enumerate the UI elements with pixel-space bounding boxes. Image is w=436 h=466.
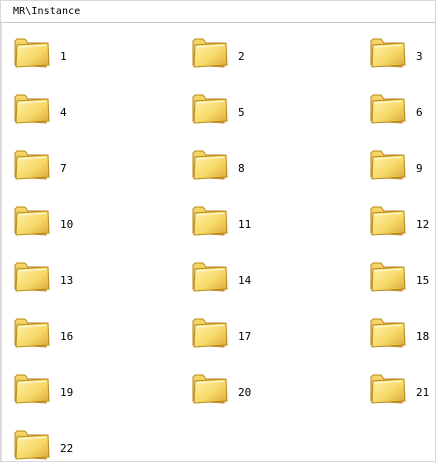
- folder-item[interactable]: 10: [12, 200, 102, 242]
- folder-icon: [370, 94, 406, 124]
- folder-label: 11: [238, 218, 252, 231]
- folder-label: 8: [238, 162, 245, 175]
- folder-item[interactable]: 15: [368, 256, 436, 298]
- folder-item[interactable]: 21: [368, 368, 436, 410]
- folder-label: 17: [238, 330, 252, 343]
- folder-item[interactable]: 20: [190, 368, 280, 410]
- folder-label: 10: [60, 218, 74, 231]
- folder-label: 7: [60, 162, 67, 175]
- folder-icon: [370, 262, 406, 292]
- folder-label: 4: [60, 106, 67, 119]
- folder-label: 14: [238, 274, 252, 287]
- folder-icon: [192, 262, 228, 292]
- folder-icon: [14, 150, 50, 180]
- folder-item[interactable]: 13: [12, 256, 102, 298]
- folder-label: 2: [238, 50, 245, 63]
- folder-item[interactable]: 12: [368, 200, 436, 242]
- folder-label: 6: [416, 106, 423, 119]
- folder-icon: [14, 38, 50, 68]
- folder-icon: [192, 206, 228, 236]
- folder-label: 5: [238, 106, 245, 119]
- folder-icon: [14, 94, 50, 124]
- folder-item[interactable]: 17: [190, 312, 280, 354]
- folder-icon: [14, 206, 50, 236]
- address-bar[interactable]: MR\Instance: [1, 1, 435, 23]
- folder-icon: [192, 374, 228, 404]
- folder-icon: [192, 150, 228, 180]
- folder-label: 13: [60, 274, 74, 287]
- folder-label: 21: [416, 386, 430, 399]
- file-browser-window: MR\Instance 1 2 3 4 5 6 7 8 9 10 11 12 1…: [0, 0, 436, 463]
- folder-item[interactable]: 8: [190, 144, 280, 186]
- folder-item[interactable]: 18: [368, 312, 436, 354]
- folder-item[interactable]: 1: [12, 32, 102, 74]
- folder-icon: [192, 94, 228, 124]
- folder-grid: 1 2 3 4 5 6 7 8 9 10 11 12 13 14 15 16 1…: [1, 23, 436, 463]
- folder-item[interactable]: 16: [12, 312, 102, 354]
- folder-label: 19: [60, 386, 74, 399]
- folder-icon: [14, 262, 50, 292]
- folder-icon: [14, 374, 50, 404]
- folder-label: 15: [416, 274, 430, 287]
- folder-label: 22: [60, 442, 74, 455]
- folder-icon: [370, 38, 406, 68]
- folder-label: 9: [416, 162, 423, 175]
- folder-label: 16: [60, 330, 74, 343]
- folder-label: 1: [60, 50, 67, 63]
- folder-icon: [14, 318, 50, 348]
- folder-item[interactable]: 19: [12, 368, 102, 410]
- folder-icon: [370, 374, 406, 404]
- folder-label: 12: [416, 218, 430, 231]
- folder-label: 3: [416, 50, 423, 63]
- folder-label: 20: [238, 386, 252, 399]
- folder-label: 18: [416, 330, 430, 343]
- folder-icon: [192, 318, 228, 348]
- folder-icon: [370, 150, 406, 180]
- folder-icon: [370, 206, 406, 236]
- folder-path: MR\Instance: [13, 6, 81, 17]
- folder-icon: [14, 430, 50, 460]
- folder-item[interactable]: 22: [12, 424, 102, 466]
- folder-item[interactable]: 5: [190, 88, 280, 130]
- folder-item[interactable]: 3: [368, 32, 436, 74]
- folder-item[interactable]: 7: [12, 144, 102, 186]
- folder-icon: [370, 318, 406, 348]
- folder-item[interactable]: 6: [368, 88, 436, 130]
- folder-item[interactable]: 9: [368, 144, 436, 186]
- folder-item[interactable]: 11: [190, 200, 280, 242]
- folder-item[interactable]: 14: [190, 256, 280, 298]
- folder-item[interactable]: 4: [12, 88, 102, 130]
- folder-item[interactable]: 2: [190, 32, 280, 74]
- folder-icon: [192, 38, 228, 68]
